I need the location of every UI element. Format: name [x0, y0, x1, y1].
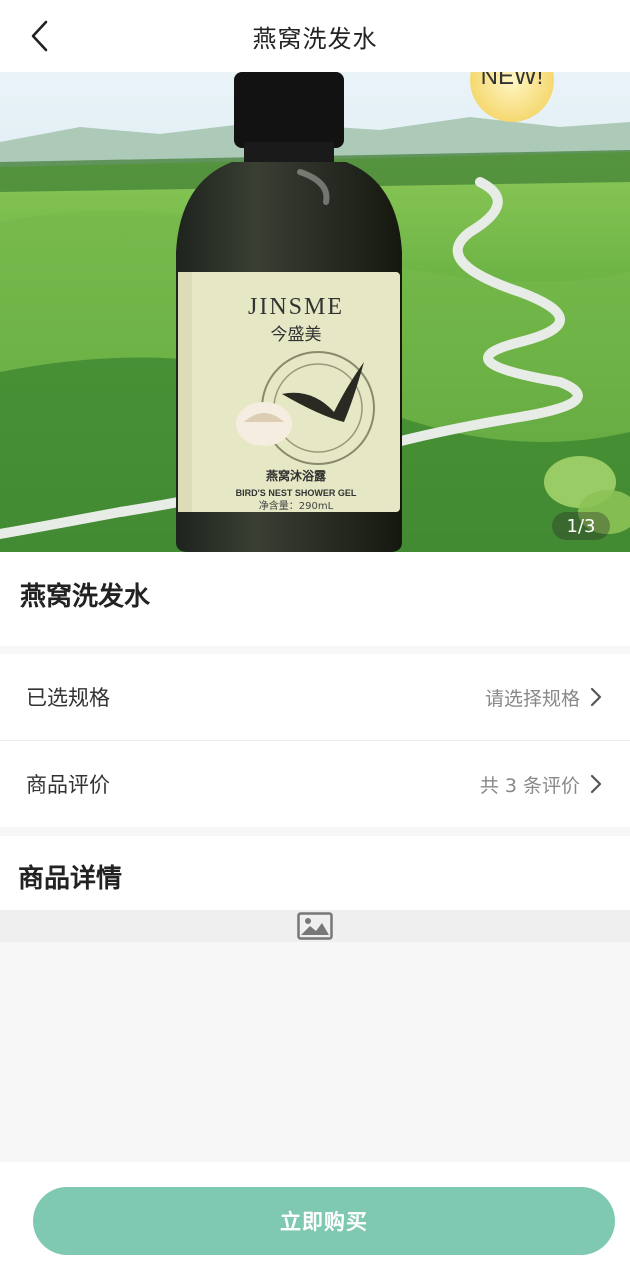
reviews-value-group: 共 3 条评价 — [480, 771, 602, 798]
label-product-en: BIRD'S NEST SHOWER GEL — [236, 488, 357, 498]
label-brand-en: JINSME — [248, 294, 344, 320]
product-details-section: 商品详情 — [0, 836, 630, 910]
label-product-cn: 燕窝沐浴露 — [266, 468, 327, 483]
chevron-left-icon — [31, 20, 48, 52]
spec-value: 请选择规格 — [484, 687, 580, 710]
back-button[interactable] — [22, 18, 58, 54]
label-brand-cn: 今盛美 — [271, 325, 322, 345]
spec-selector-row[interactable]: 已选规格 请选择规格 — [0, 654, 630, 740]
badge-text: NEW! — [481, 72, 544, 90]
details-heading: 商品详情 — [18, 864, 123, 894]
label-volume: 净含量：290mL — [259, 499, 334, 512]
page-indicator: 1/3 — [552, 512, 610, 540]
product-image: NEW! JINSME 今盛美 燕窝沐浴露 BIRD'S NEST SHOWER… — [0, 72, 630, 552]
image-placeholder-icon — [297, 912, 333, 940]
product-image-gallery[interactable]: NEW! JINSME 今盛美 燕窝沐浴露 BIRD'S NEST SHOWER… — [0, 72, 630, 552]
bottom-action-bar: 立即购买 — [0, 1162, 630, 1280]
top-navbar: 燕窝洗发水 — [0, 0, 630, 72]
spec-label: 已选规格 — [26, 686, 110, 710]
reviews-row[interactable]: 商品评价 共 3 条评价 — [0, 741, 630, 827]
reviews-label: 商品评价 — [26, 773, 110, 797]
product-title-section: 燕窝洗发水 — [0, 552, 630, 646]
reviews-count: 共 3 条评价 — [479, 774, 580, 797]
spec-value-group: 请选择规格 — [485, 684, 602, 711]
page-title: 燕窝洗发水 — [252, 24, 378, 53]
chevron-right-icon — [590, 687, 602, 707]
chevron-right-icon — [590, 774, 602, 794]
buy-now-button[interactable]: 立即购买 — [33, 1187, 615, 1255]
details-image-placeholder — [0, 910, 630, 942]
product-title: 燕窝洗发水 — [20, 582, 151, 612]
